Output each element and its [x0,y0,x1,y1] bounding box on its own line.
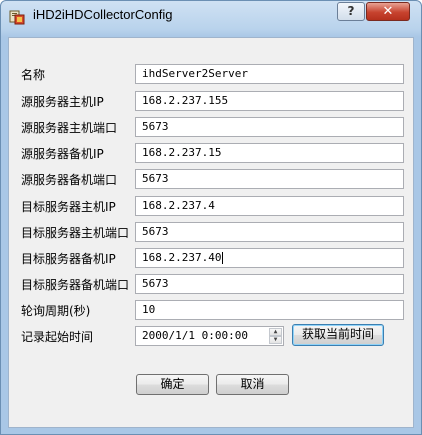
spin-down-icon[interactable]: ▼ [269,336,282,344]
dst-backup-port-field[interactable]: 5673 [135,274,404,294]
dialog-window: iHD2iHDCollectorConfig ? ✕ 名称 ihdServer2… [0,0,422,435]
window-title: iHD2iHDCollectorConfig [33,7,173,22]
get-current-time-button[interactable]: 获取当前时间 [292,324,384,346]
spin-up-icon[interactable]: ▲ [269,328,282,336]
dst-backup-port-label: 目标服务器备机端口 [21,278,130,292]
record-start-datetime-picker[interactable]: 2000/1/1 0:00:00 ▲ ▼ [135,326,284,346]
dst-backup-ip-label: 目标服务器备机IP [21,252,116,266]
close-button[interactable]: ✕ [366,2,410,21]
dst-backup-ip-value: 168.2.237.40 [142,251,222,264]
src-backup-port-field[interactable]: 5673 [135,169,404,189]
src-primary-port-field[interactable]: 5673 [135,117,404,137]
dst-primary-ip-label: 目标服务器主机IP [21,200,116,214]
src-primary-port-label: 源服务器主机端口 [21,121,118,135]
name-field[interactable]: ihdServer2Server [135,64,404,84]
dialog-body: 名称 ihdServer2Server 源服务器主机IP 168.2.237.1… [8,37,414,428]
help-button[interactable]: ? [337,2,365,21]
src-primary-ip-label: 源服务器主机IP [21,95,104,109]
src-backup-ip-label: 源服务器备机IP [21,147,104,161]
dst-backup-ip-field[interactable]: 168.2.237.40 [135,248,404,268]
record-start-value: 2000/1/1 0:00:00 [142,329,248,342]
name-label: 名称 [21,68,46,82]
poll-period-field[interactable]: 10 [135,300,404,320]
app-icon [9,9,25,25]
src-primary-ip-field[interactable]: 168.2.237.155 [135,91,404,111]
text-caret [222,252,224,264]
title-bar[interactable]: iHD2iHDCollectorConfig ? ✕ [1,1,421,31]
record-start-label: 记录起始时间 [21,330,94,344]
dst-primary-port-field[interactable]: 5673 [135,222,404,242]
cancel-button[interactable]: 取消 [216,374,289,395]
ok-button[interactable]: 确定 [136,374,209,395]
poll-period-label: 轮询周期(秒) [21,304,91,318]
dst-primary-port-label: 目标服务器主机端口 [21,226,130,240]
src-backup-port-label: 源服务器备机端口 [21,173,118,187]
src-backup-ip-field[interactable]: 168.2.237.15 [135,143,404,163]
datetime-spinner[interactable]: ▲ ▼ [269,328,282,344]
dst-primary-ip-field[interactable]: 168.2.237.4 [135,196,404,216]
